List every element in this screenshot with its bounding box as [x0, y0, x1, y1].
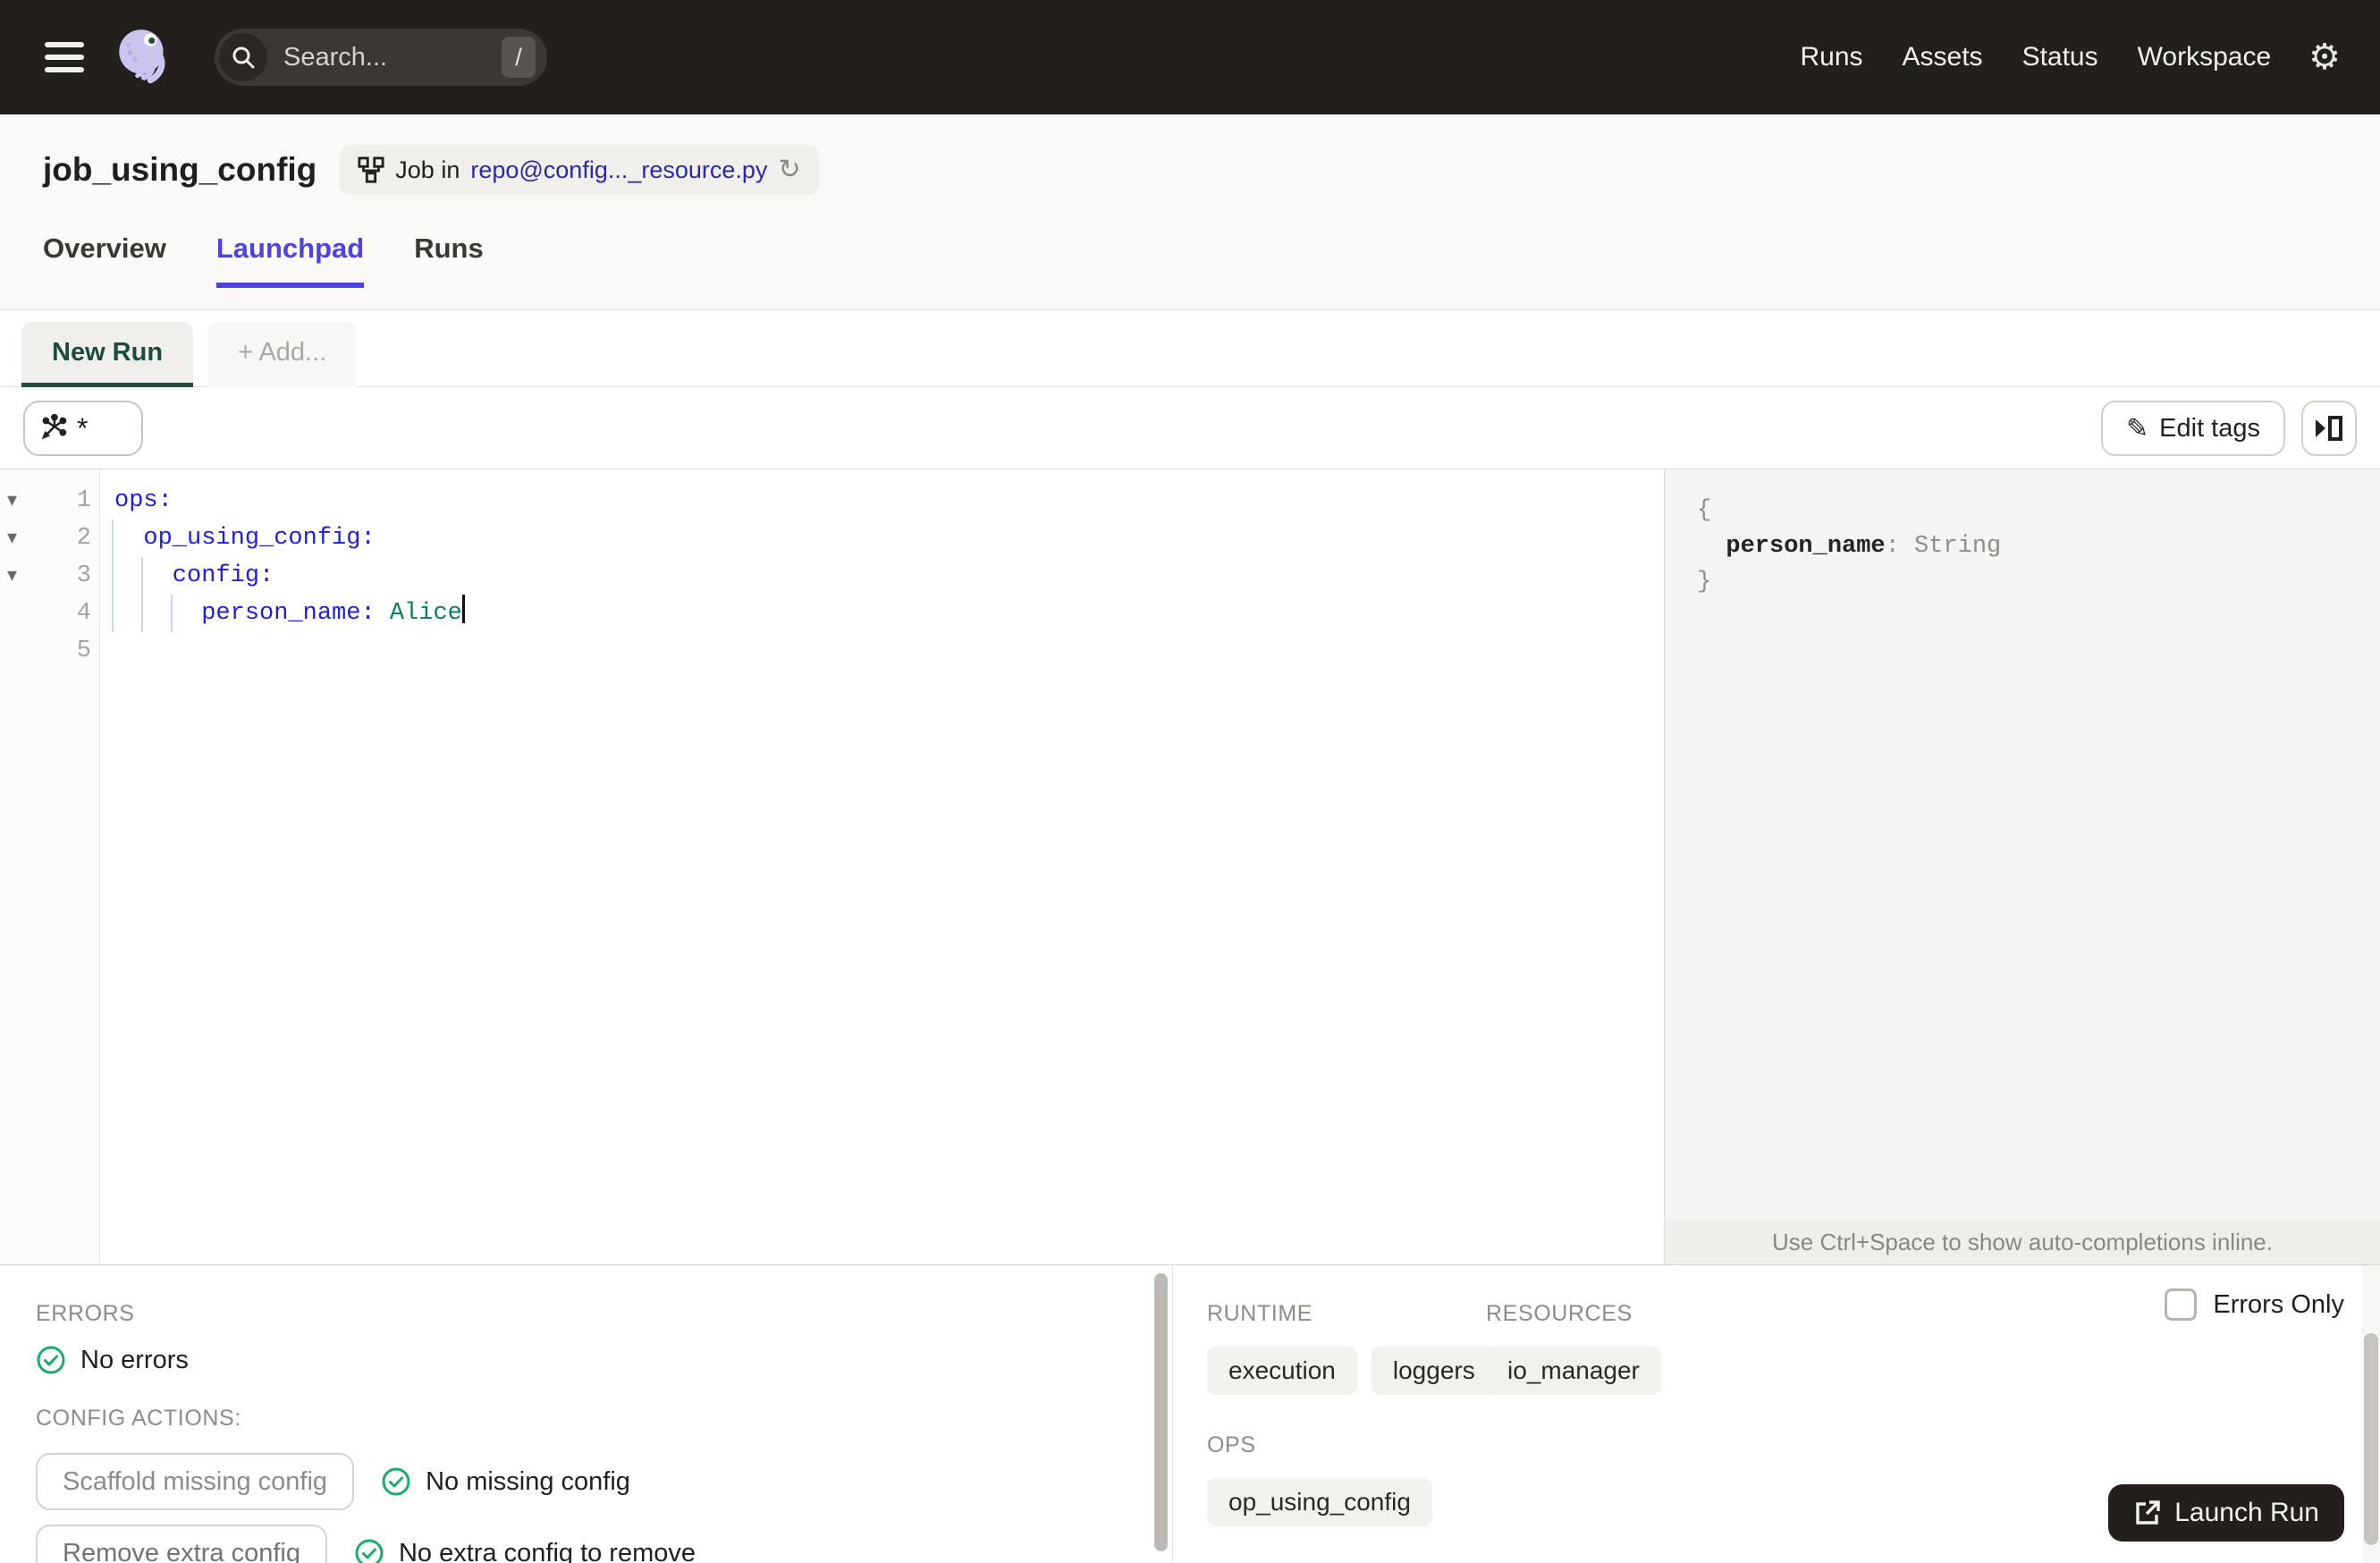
nav-link-runs[interactable]: Runs: [1800, 42, 1862, 72]
runtime-chip-loggers[interactable]: loggers: [1371, 1347, 1497, 1395]
edit-tags-button[interactable]: ✎ Edit tags: [2101, 401, 2285, 456]
yaml-editor-area[interactable]: ops: op_using_config: config: person_nam…: [100, 469, 1664, 1264]
session-tab-add[interactable]: + Add...: [207, 322, 358, 387]
op-selector-input[interactable]: *: [23, 401, 143, 456]
op-selector-icon: [41, 413, 67, 440]
dagster-launchpad-page: Search... / Runs Assets Status Workspace…: [0, 0, 2380, 1563]
editor-gutter: 1 2 3 4 5: [0, 469, 100, 1264]
launchpad-main: 1 2 3 4 5 ops: op_using_config: config: …: [0, 469, 2380, 1264]
errors-only-label: Errors Only: [2213, 1289, 2344, 1319]
resources-chip-io-manager[interactable]: io_manager: [1486, 1347, 1661, 1395]
errors-panel: ERRORS No errors CONFIG ACTIONS: Scaffol…: [0, 1265, 1152, 1563]
nav-link-status[interactable]: Status: [2022, 42, 2098, 72]
tab-launchpad[interactable]: Launchpad: [215, 232, 365, 288]
right-scrollbar[interactable]: [2362, 1265, 2380, 1563]
scaffold-missing-config-button[interactable]: Scaffold missing config: [36, 1453, 355, 1510]
search-input[interactable]: Search... /: [215, 29, 547, 86]
job-tabs: Overview Launchpad Runs: [43, 232, 2337, 288]
nav-link-workspace[interactable]: Workspace: [2138, 42, 2272, 72]
dagster-logo[interactable]: [111, 24, 177, 90]
schema-entry: person_name: String: [1697, 533, 2002, 560]
tab-overview[interactable]: Overview: [43, 232, 166, 288]
job-badge-prefix: Job in: [395, 156, 460, 183]
tab-runs[interactable]: Runs: [414, 232, 484, 288]
pencil-icon: ✎: [2126, 412, 2149, 444]
top-navbar: Search... / Runs Assets Status Workspace…: [0, 0, 2380, 114]
config-editor: 1 2 3 4 5 ops: op_using_config: config: …: [0, 469, 1664, 1264]
op-selector-value: *: [77, 411, 89, 444]
ops-label: OPS: [1207, 1432, 1256, 1457]
runtime-label: RUNTIME: [1207, 1301, 1313, 1326]
scrollbar-thumb[interactable]: [2364, 1333, 2378, 1545]
search-placeholder: Search...: [283, 42, 388, 72]
reload-icon[interactable]: ↻: [778, 156, 800, 183]
launchpad-session-strip: New Run + Add...: [0, 311, 2380, 387]
job-origin-badge: Job in repo@config..._resource.py ↻: [340, 145, 819, 195]
schema-brace-open: {: [1697, 497, 1712, 524]
fold-arrow-icon[interactable]: [7, 520, 30, 557]
gear-icon[interactable]: ⚙: [2308, 39, 2341, 75]
hamburger-menu-icon[interactable]: [45, 42, 84, 72]
session-tab-new-run[interactable]: New Run: [21, 322, 194, 387]
config-schema-panel: { person_name: String } Use Ctrl+Space t…: [1664, 469, 2380, 1264]
toggle-right-panel-button[interactable]: [2301, 401, 2357, 456]
ops-chip-op-using-config[interactable]: op_using_config: [1207, 1478, 1432, 1526]
check-circle-icon: [355, 1539, 384, 1563]
no-extra-config-text: No extra config to remove: [398, 1538, 696, 1563]
line-number: 4: [76, 600, 91, 627]
search-shortcut-badge: /: [502, 37, 536, 78]
fold-arrow-icon[interactable]: [7, 557, 30, 595]
line-number: 3: [76, 562, 91, 589]
text-cursor: [461, 595, 465, 623]
resources-label: RESOURCES: [1486, 1301, 1633, 1326]
yaml-line: config:: [114, 562, 274, 589]
job-header: job_using_config Job in repo@config..._r…: [0, 114, 2380, 310]
job-graph-icon: [358, 156, 384, 183]
errors-label: ERRORS: [36, 1301, 135, 1326]
yaml-line: ops:: [114, 487, 173, 514]
panel-scrollbar[interactable]: [1152, 1265, 1171, 1563]
no-missing-config-text: No missing config: [426, 1466, 630, 1496]
config-actions-label: CONFIG ACTIONS:: [36, 1406, 241, 1431]
job-repo-link[interactable]: repo@config..._resource.py: [470, 156, 767, 184]
errors-only-checkbox[interactable]: [2165, 1288, 2198, 1321]
page-title: job_using_config: [43, 151, 317, 188]
no-errors-text: No errors: [80, 1345, 189, 1374]
remove-extra-config-button[interactable]: Remove extra config: [36, 1525, 327, 1563]
launch-icon: [2136, 1500, 2160, 1525]
autocomplete-hint: Use Ctrl+Space to show auto-completions …: [1665, 1220, 2380, 1264]
line-number: 2: [76, 525, 91, 552]
errors-only-toggle[interactable]: Errors Only: [2165, 1288, 2344, 1321]
edit-tags-label: Edit tags: [2159, 413, 2260, 443]
runtime-chip-execution[interactable]: execution: [1207, 1347, 1357, 1395]
launch-run-label: Launch Run: [2174, 1498, 2319, 1527]
check-circle-icon: [382, 1467, 410, 1496]
line-number: 5: [76, 638, 91, 664]
navbar-links: Runs Assets Status Workspace: [1800, 42, 2271, 72]
check-circle-icon: [37, 1346, 65, 1374]
launch-run-button[interactable]: Launch Run: [2108, 1484, 2344, 1542]
yaml-line: [114, 632, 1664, 670]
scrollbar-thumb[interactable]: [1154, 1273, 1168, 1551]
launchpad-bottom: ERRORS No errors CONFIG ACTIONS: Scaffol…: [0, 1264, 2380, 1563]
line-number: 1: [76, 487, 91, 514]
nav-link-assets[interactable]: Assets: [1903, 42, 1983, 72]
split-panel-icon: [2316, 416, 2342, 441]
search-icon: [219, 33, 267, 81]
yaml-line: person_name: Alice: [114, 595, 1664, 632]
schema-brace-close: }: [1697, 569, 1712, 596]
fold-arrow-icon[interactable]: [7, 482, 30, 520]
launchpad-toolbar: * ✎ Edit tags: [0, 388, 2380, 469]
yaml-line: op_using_config:: [114, 525, 376, 552]
